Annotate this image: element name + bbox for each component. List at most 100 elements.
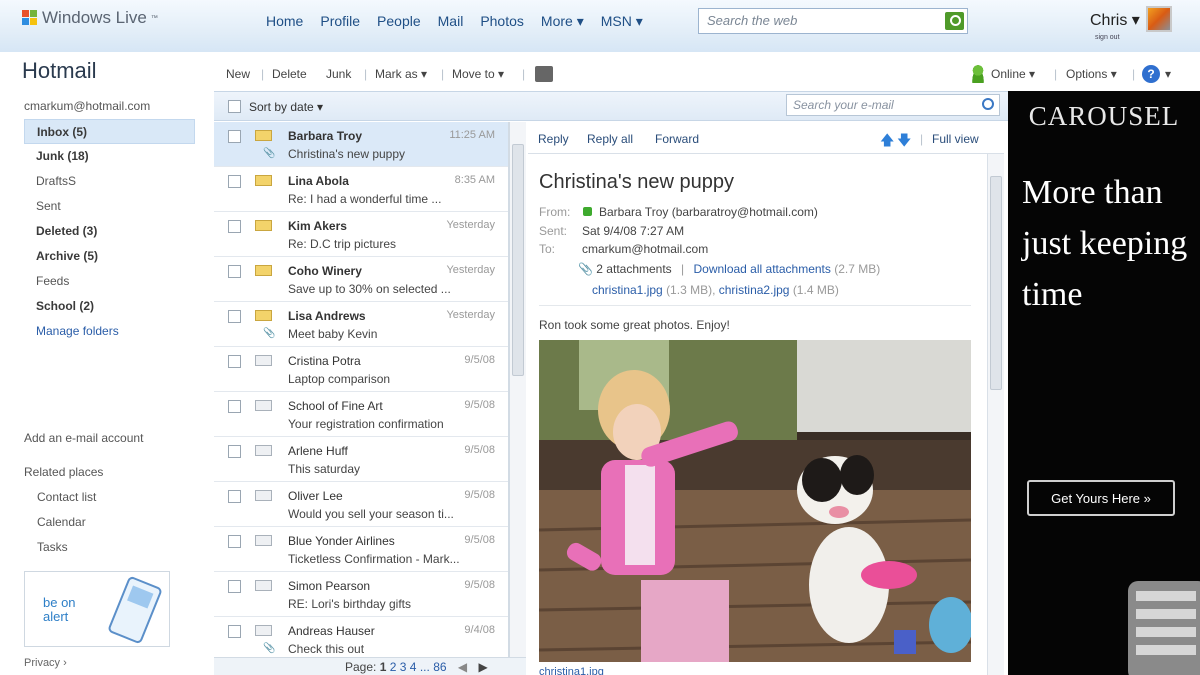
- junk-button[interactable]: Junk: [326, 67, 351, 81]
- add-account-link[interactable]: Add an e-mail account: [24, 431, 143, 445]
- nav-mail[interactable]: Mail: [438, 13, 464, 30]
- forward-button[interactable]: Forward: [655, 132, 699, 146]
- row-checkbox[interactable]: [228, 400, 241, 413]
- nav-home[interactable]: Home: [266, 13, 303, 30]
- folder-inbox[interactable]: Inbox (5): [24, 119, 195, 144]
- row-checkbox[interactable]: [228, 490, 241, 503]
- row-checkbox[interactable]: [228, 310, 241, 323]
- list-scrollbar[interactable]: [509, 122, 526, 658]
- folder-sent[interactable]: Sent: [24, 194, 195, 219]
- previous-message-icon[interactable]: 🡅: [880, 130, 894, 154]
- nav-people[interactable]: People: [377, 13, 421, 30]
- sort-dropdown[interactable]: Sort by date ▾: [249, 100, 323, 114]
- select-all-checkbox[interactable]: [228, 100, 241, 113]
- web-search-input[interactable]: Search the web: [698, 8, 968, 34]
- calendar-link[interactable]: Calendar: [37, 515, 86, 529]
- next-page-icon[interactable]: ▶: [478, 660, 487, 674]
- page-ellipsis[interactable]: ...: [420, 660, 430, 674]
- search-icon[interactable]: [982, 98, 994, 110]
- delete-button[interactable]: Delete: [272, 67, 307, 81]
- message-sender: Barbara Troy: [288, 129, 363, 143]
- page-3[interactable]: 3: [400, 660, 407, 674]
- row-checkbox[interactable]: [228, 445, 241, 458]
- unread-envelope-icon: [255, 220, 272, 231]
- attached-photo[interactable]: [539, 340, 971, 662]
- nav-more[interactable]: More ▾: [541, 13, 584, 30]
- options-menu[interactable]: Options ▾: [1066, 67, 1117, 81]
- new-button[interactable]: New: [226, 67, 250, 81]
- download-all-link[interactable]: Download all attachments: [693, 262, 830, 276]
- scroll-thumb[interactable]: [990, 176, 1002, 390]
- page-last[interactable]: 86: [433, 660, 446, 674]
- print-icon[interactable]: [535, 66, 553, 82]
- sign-out-link[interactable]: sign out: [1095, 34, 1120, 41]
- list-item[interactable]: Coho Winery Yesterday Save up to 30% on se…: [214, 257, 508, 302]
- mark-as-button[interactable]: Mark as ▾: [375, 67, 427, 81]
- scroll-thumb[interactable]: [512, 144, 524, 376]
- list-item[interactable]: Arlene Huff 9/5/08 This saturday: [214, 437, 508, 482]
- page-2[interactable]: 2: [390, 660, 397, 674]
- mail-search-input[interactable]: Search your e-mail: [786, 94, 1000, 116]
- manage-folders-link[interactable]: Manage folders: [24, 319, 195, 344]
- reply-button[interactable]: Reply: [538, 132, 569, 146]
- list-item[interactable]: 📎 Andreas Hauser 9/4/08 Check this out: [214, 617, 508, 658]
- nav-photos[interactable]: Photos: [480, 13, 524, 30]
- avatar[interactable]: [1146, 6, 1172, 32]
- contact-list-link[interactable]: Contact list: [37, 490, 96, 504]
- row-checkbox[interactable]: [228, 175, 241, 188]
- folder-deleted[interactable]: Deleted (3): [24, 219, 195, 244]
- online-status[interactable]: Online ▾: [991, 67, 1035, 81]
- list-item[interactable]: 📎 Barbara Troy 11:25 AM Christina's new pup…: [214, 122, 508, 167]
- help-icon[interactable]: ?: [1142, 65, 1160, 83]
- from-value[interactable]: Barbara Troy (barbaratroy@hotmail.com): [599, 205, 818, 219]
- read-envelope-icon: [255, 580, 272, 591]
- folder-school[interactable]: School (2): [24, 294, 195, 319]
- move-to-button[interactable]: Move to ▾: [452, 67, 504, 81]
- row-checkbox[interactable]: [228, 535, 241, 548]
- page-current: 1: [379, 660, 387, 674]
- list-item[interactable]: Oliver Lee 9/5/08 Would you sell your seas…: [214, 482, 508, 527]
- windows-live-logo[interactable]: Windows Live ™: [22, 8, 158, 28]
- advertisement[interactable]: CAROUSEL More than just keeping time Get…: [1008, 91, 1200, 675]
- list-item[interactable]: Simon Pearson 9/5/08 RE: Lori's birthday g…: [214, 572, 508, 617]
- photo-caption-link[interactable]: christina1.jpg: [539, 666, 604, 675]
- row-checkbox[interactable]: [228, 625, 241, 638]
- folder-archive[interactable]: Archive (5): [24, 244, 195, 269]
- message-subject-preview: Save up to 30% on selected ...: [288, 282, 451, 296]
- ad-cta-button[interactable]: Get Yours Here »: [1027, 480, 1175, 516]
- next-message-icon[interactable]: 🡇: [897, 130, 911, 154]
- row-checkbox[interactable]: [228, 130, 241, 143]
- attachment-link-1[interactable]: christina1.jpg: [592, 283, 663, 297]
- privacy-link[interactable]: Privacy ›: [24, 657, 67, 669]
- list-item[interactable]: Kim Akers Yesterday Re: D.C trip pictures: [214, 212, 508, 257]
- row-checkbox[interactable]: [228, 580, 241, 593]
- list-item[interactable]: Cristina Potra 9/5/08 Laptop comparison: [214, 347, 508, 392]
- page-title: Hotmail: [22, 58, 97, 83]
- list-item[interactable]: Blue Yonder Airlines 9/5/08 Ticketless Con…: [214, 527, 508, 572]
- row-checkbox[interactable]: [228, 220, 241, 233]
- folder-feeds[interactable]: Feeds: [24, 269, 195, 294]
- alerts-promo[interactable]: be on alert: [24, 571, 170, 647]
- nav-profile[interactable]: Profile: [320, 13, 360, 30]
- row-checkbox[interactable]: [228, 265, 241, 278]
- folder-drafts[interactable]: DraftsS: [24, 169, 195, 194]
- reply-all-button[interactable]: Reply all: [587, 132, 633, 146]
- help-dropdown[interactable]: ▾: [1165, 67, 1171, 81]
- attachments-line: 📎 2 attachments | Download all attachmen…: [578, 262, 881, 276]
- message-sender: Oliver Lee: [288, 489, 343, 503]
- list-item[interactable]: 📎 Lisa Andrews Yesterday Meet baby Kevin: [214, 302, 508, 347]
- reading-scrollbar[interactable]: [987, 154, 1004, 675]
- tasks-link[interactable]: Tasks: [37, 540, 68, 554]
- row-checkbox[interactable]: [228, 355, 241, 368]
- nav-msn[interactable]: MSN ▾: [601, 13, 643, 30]
- search-icon[interactable]: [945, 12, 964, 30]
- attachment-icon: 📎: [263, 328, 276, 339]
- attachment-link-2[interactable]: christina2.jpg: [719, 283, 790, 297]
- user-menu[interactable]: Chris ▾: [1090, 10, 1140, 30]
- page-4[interactable]: 4: [410, 660, 417, 674]
- folder-junk[interactable]: Junk (18): [24, 144, 195, 169]
- full-view-link[interactable]: Full view: [932, 132, 979, 146]
- list-item[interactable]: School of Fine Art 9/5/08 Your registratio…: [214, 392, 508, 437]
- list-item[interactable]: Lina Abola 8:35 AM Re: I had a wonderful t…: [214, 167, 508, 212]
- prev-page-icon[interactable]: ◀: [458, 660, 467, 674]
